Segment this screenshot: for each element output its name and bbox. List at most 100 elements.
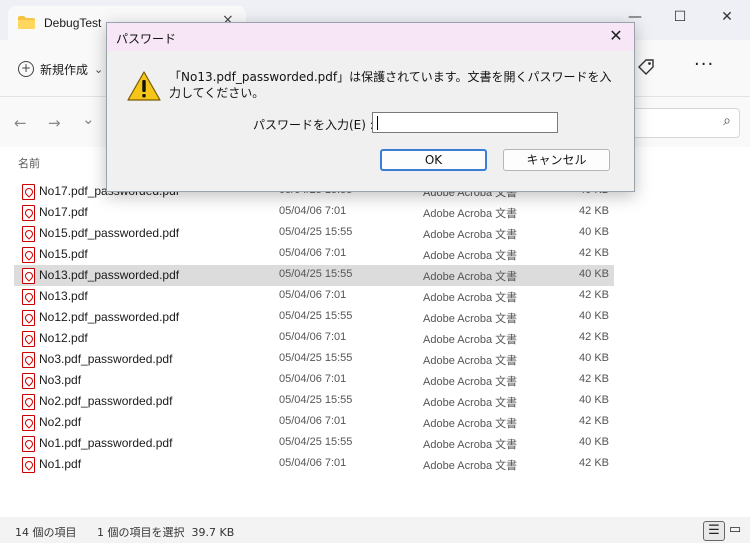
file-name: No2.pdf [39, 415, 82, 429]
file-row[interactable]: No2.pdf 05/04/06 7:01 Adobe Acroba 文書 42 KB [14, 412, 614, 433]
file-name: No13.pdf_passworded.pdf [39, 268, 180, 282]
file-date: 05/04/06 7:01 [279, 205, 347, 217]
forward-arrow-icon[interactable]: → [48, 114, 61, 132]
file-date: 05/04/25 15:55 [279, 436, 353, 448]
file-type: Adobe Acroba 文書 [423, 208, 518, 220]
file-size: 40 KB [579, 226, 609, 238]
file-size: 42 KB [579, 331, 609, 343]
file-name: No2.pdf_passworded.pdf [39, 394, 173, 408]
file-name: No13.pdf [39, 289, 88, 303]
tab-title: DebugTest [44, 16, 102, 30]
file-row[interactable]: No15.pdf_passworded.pdf 05/04/25 15:55 Ado… [14, 223, 614, 244]
pdf-file-icon [22, 205, 35, 221]
pdf-file-icon [22, 394, 35, 410]
details-view-icon[interactable]: ☰ [703, 521, 725, 541]
warning-icon [127, 71, 161, 101]
maximize-icon[interactable]: ☐ [657, 4, 703, 32]
file-name: No17.pdf [39, 205, 88, 219]
pdf-file-icon [22, 457, 35, 473]
file-row[interactable]: No1.pdf_passworded.pdf 05/04/25 15:55 Adob… [14, 433, 614, 454]
new-button[interactable]: + 新規作成 ⌄ [18, 58, 103, 80]
pdf-file-icon [22, 436, 35, 452]
file-row[interactable]: No12.pdf_passworded.pdf 05/04/25 15:55 Ado… [14, 307, 614, 328]
recent-locations-chevron-icon[interactable]: ⌄ [82, 110, 95, 128]
file-row[interactable]: No15.pdf 05/04/06 7:01 Adobe Acroba 文書 42 K… [14, 244, 614, 265]
file-name: No15.pdf [39, 247, 88, 261]
file-size: 42 KB [579, 373, 609, 385]
ok-button[interactable]: OK [380, 149, 487, 171]
tag-icon[interactable] [636, 58, 656, 76]
file-name: No3.pdf [39, 373, 82, 387]
item-count: 14 個の項目 [15, 526, 77, 539]
file-type: Adobe Acroba 文書 [423, 460, 518, 472]
file-type: Adobe Acroba 文書 [423, 229, 518, 241]
pdf-file-icon [22, 415, 35, 431]
file-row[interactable]: No1.pdf 05/04/06 7:01 Adobe Acroba 文書 42 KB [14, 454, 614, 475]
file-name: No3.pdf_passworded.pdf [39, 352, 173, 366]
file-size: 40 KB [579, 352, 609, 364]
file-name: No12.pdf_passworded.pdf [39, 310, 180, 324]
file-date: 05/04/25 15:55 [279, 310, 353, 322]
pdf-file-icon [22, 289, 35, 305]
password-input[interactable] [372, 112, 558, 133]
file-row[interactable]: No12.pdf 05/04/06 7:01 Adobe Acroba 文書 42 K… [14, 328, 614, 349]
file-date: 05/04/06 7:01 [279, 457, 347, 469]
text-caret [377, 116, 378, 130]
search-box[interactable]: ⌕ [620, 108, 740, 138]
cancel-button[interactable]: キャンセル [503, 149, 610, 171]
file-row[interactable]: No2.pdf_passworded.pdf 05/04/25 15:55 Adob… [14, 391, 614, 412]
pdf-file-icon [22, 268, 35, 284]
file-date: 05/04/06 7:01 [279, 373, 347, 385]
file-size: 40 KB [579, 436, 609, 448]
file-row[interactable]: No13.pdf_passworded.pdf 05/04/25 15:55 Ado… [14, 265, 614, 286]
file-date: 05/04/06 7:01 [279, 415, 347, 427]
file-type: Adobe Acroba 文書 [423, 376, 518, 388]
file-name: No12.pdf [39, 331, 88, 345]
column-header-name[interactable]: 名前 [18, 155, 40, 171]
dialog-close-icon[interactable]: ✕ [606, 26, 626, 45]
file-row[interactable]: No3.pdf_passworded.pdf 05/04/25 15:55 Adob… [14, 349, 614, 370]
close-window-icon[interactable]: ✕ [704, 4, 750, 32]
pdf-file-icon [22, 184, 35, 200]
search-icon: ⌕ [723, 113, 731, 129]
file-date: 05/04/25 15:55 [279, 226, 353, 238]
dialog-message: 「No13.pdf_passworded.pdf」は保護されています。文書を開く… [169, 70, 612, 100]
back-arrow-icon[interactable]: ← [14, 114, 27, 132]
file-date: 05/04/06 7:01 [279, 289, 347, 301]
file-size: 42 KB [579, 457, 609, 469]
new-button-label: 新規作成 [40, 62, 89, 77]
file-type: Adobe Acroba 文書 [423, 397, 518, 409]
file-type: Adobe Acroba 文書 [423, 334, 518, 346]
password-label: パスワードを入力(E) : [253, 118, 374, 132]
tiles-view-icon[interactable]: ▭ [725, 521, 745, 539]
pdf-file-icon [22, 310, 35, 326]
file-size: 40 KB [579, 310, 609, 322]
dialog-title: パスワード [116, 32, 177, 46]
pdf-file-icon [22, 247, 35, 263]
file-date: 05/04/25 15:55 [279, 268, 353, 280]
file-size: 42 KB [579, 415, 609, 427]
file-size: 42 KB [579, 247, 609, 259]
file-size: 42 KB [579, 205, 609, 217]
file-date: 05/04/25 15:55 [279, 352, 353, 364]
file-row[interactable]: No17.pdf 05/04/06 7:01 Adobe Acroba 文書 42 K… [14, 202, 614, 223]
plus-icon: + [18, 61, 34, 77]
file-type: Adobe Acroba 文書 [423, 439, 518, 451]
pdf-file-icon [22, 226, 35, 242]
file-type: Adobe Acroba 文書 [423, 418, 518, 430]
dialog-title-bar: パスワード ✕ [107, 23, 634, 51]
chevron-down-icon: ⌄ [94, 62, 104, 76]
file-row[interactable]: No3.pdf 05/04/06 7:01 Adobe Acroba 文書 42 KB [14, 370, 614, 391]
file-size: 40 KB [579, 394, 609, 406]
file-row[interactable]: No13.pdf 05/04/06 7:01 Adobe Acroba 文書 42 K… [14, 286, 614, 307]
file-name: No1.pdf_passworded.pdf [39, 436, 173, 450]
file-type: Adobe Acroba 文書 [423, 313, 518, 325]
file-type: Adobe Acroba 文書 [423, 271, 518, 283]
pdf-file-icon [22, 352, 35, 368]
file-size: 42 KB [579, 289, 609, 301]
file-type: Adobe Acroba 文書 [423, 292, 518, 304]
pdf-file-icon [22, 331, 35, 347]
file-name: No15.pdf_passworded.pdf [39, 226, 180, 240]
file-size: 40 KB [579, 268, 609, 280]
more-options-icon[interactable]: ··· [694, 54, 714, 75]
